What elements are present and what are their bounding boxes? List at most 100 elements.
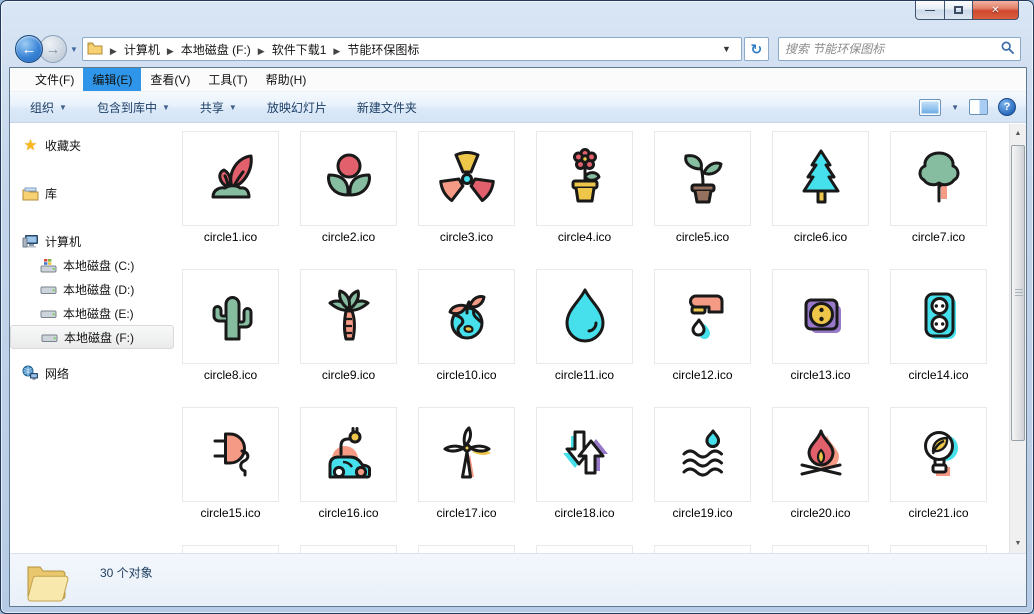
search-icon[interactable] [1001, 41, 1014, 57]
file-item[interactable]: circle7.ico [890, 131, 987, 244]
file-item[interactable]: circle19.ico [654, 407, 751, 520]
file-item[interactable]: circle21.ico [890, 407, 987, 520]
file-item[interactable]: circle22.ico [182, 545, 279, 553]
file-item[interactable]: circle16.ico [300, 407, 397, 520]
file-item[interactable]: circle5.ico [654, 131, 751, 244]
vertical-scrollbar[interactable]: ▲ ▼ [1009, 124, 1026, 553]
file-thumbnail[interactable] [300, 131, 397, 226]
file-item[interactable]: circle15.ico [182, 407, 279, 520]
toolbar-button[interactable]: 共享▼ [200, 99, 237, 116]
file-thumbnail[interactable] [418, 545, 515, 553]
sidebar-item[interactable]: 本地磁盘 (D:) [10, 277, 178, 301]
breadcrumb-item[interactable]: 本地磁盘 (F:) [181, 43, 251, 57]
sidebar-item[interactable]: 本地磁盘 (F:) [10, 325, 174, 349]
file-thumbnail[interactable] [300, 545, 397, 553]
search-input[interactable] [785, 42, 1001, 56]
file-thumbnail[interactable] [182, 269, 279, 364]
file-thumbnail[interactable] [772, 545, 869, 553]
file-thumbnail[interactable] [418, 407, 515, 502]
sidebar-item[interactable]: 网络 [10, 361, 178, 385]
preview-pane-icon[interactable] [969, 99, 988, 115]
file-thumbnail[interactable] [772, 269, 869, 364]
file-item[interactable]: circle11.ico [536, 269, 633, 382]
file-name: circle8.ico [182, 368, 279, 382]
file-item[interactable]: circle28.ico [890, 545, 987, 553]
refresh-button[interactable]: ↻ [744, 37, 769, 61]
file-item[interactable]: circle9.ico [300, 269, 397, 382]
file-thumbnail[interactable] [772, 407, 869, 502]
file-thumbnail[interactable] [654, 545, 751, 553]
scroll-down-button[interactable]: ▼ [1010, 535, 1026, 552]
file-item[interactable]: circle13.ico [772, 269, 869, 382]
toolbar-button[interactable]: 放映幻灯片 [267, 99, 327, 116]
file-item[interactable]: circle26.ico [654, 545, 751, 553]
file-item[interactable]: circle3.ico [418, 131, 515, 244]
toolbar-button[interactable]: 包含到库中▼ [97, 99, 170, 116]
address-bar[interactable]: ▶计算机▶本地磁盘 (F:)▶软件下载1▶节能环保图标 ▼ [82, 37, 742, 61]
file-thumbnail[interactable] [300, 269, 397, 364]
file-item[interactable]: circle2.ico [300, 131, 397, 244]
breadcrumb-item[interactable]: 计算机 [124, 43, 160, 57]
file-item[interactable]: circle1.ico [182, 131, 279, 244]
file-thumbnail[interactable] [654, 269, 751, 364]
file-item[interactable]: circle12.ico [654, 269, 751, 382]
file-item[interactable]: circle17.ico [418, 407, 515, 520]
campfire-icon [789, 421, 853, 488]
file-thumbnail[interactable] [890, 545, 987, 553]
breadcrumb-item[interactable]: 节能环保图标 [347, 43, 419, 57]
menu-item[interactable]: 工具(T) [199, 68, 256, 91]
file-thumbnail[interactable] [536, 407, 633, 502]
toolbar-button[interactable]: 新建文件夹 [357, 99, 417, 116]
file-item[interactable]: circle14.ico [890, 269, 987, 382]
views-dropdown-caret[interactable]: ▼ [951, 103, 959, 112]
forward-button[interactable]: → [39, 35, 67, 63]
back-button[interactable]: ← [15, 35, 43, 63]
file-thumbnail[interactable] [536, 269, 633, 364]
file-item[interactable]: circle18.ico [536, 407, 633, 520]
file-thumbnail[interactable] [772, 131, 869, 226]
file-thumbnail[interactable] [890, 269, 987, 364]
file-thumbnail[interactable] [890, 407, 987, 502]
sidebar-item[interactable]: 本地磁盘 (C:) [10, 253, 178, 277]
scroll-up-button[interactable]: ▲ [1010, 125, 1026, 142]
toolbar-button[interactable]: 组织▼ [30, 99, 67, 116]
file-item[interactable]: circle6.ico [772, 131, 869, 244]
file-thumbnail[interactable] [182, 407, 279, 502]
file-item[interactable]: circle4.ico [536, 131, 633, 244]
file-item[interactable]: circle23.ico [300, 545, 397, 553]
file-item[interactable]: circle25.ico [536, 545, 633, 553]
file-thumbnail[interactable] [300, 407, 397, 502]
file-thumbnail[interactable] [654, 131, 751, 226]
history-dropdown-caret[interactable]: ▼ [70, 45, 78, 54]
file-item[interactable]: circle27.ico [772, 545, 869, 553]
file-item[interactable]: circle24.ico [418, 545, 515, 553]
menu-item[interactable]: 查看(V) [141, 68, 199, 91]
waves-drop-icon [671, 421, 735, 488]
file-item[interactable]: circle8.ico [182, 269, 279, 382]
menu-item[interactable]: 文件(F) [26, 68, 83, 91]
file-thumbnail[interactable] [890, 131, 987, 226]
sidebar-item[interactable]: 计算机 [10, 229, 178, 253]
address-dropdown-caret[interactable]: ▼ [716, 44, 737, 54]
file-thumbnail[interactable] [654, 407, 751, 502]
file-thumbnail[interactable] [418, 131, 515, 226]
maximize-button[interactable] [945, 1, 973, 20]
minimize-button[interactable]: — [915, 1, 945, 20]
scrollbar-thumb[interactable] [1011, 145, 1025, 441]
file-item[interactable]: circle10.ico [418, 269, 515, 382]
help-icon[interactable]: ? [998, 98, 1016, 116]
file-thumbnail[interactable] [182, 131, 279, 226]
menu-item[interactable]: 帮助(H) [257, 68, 316, 91]
sidebar-item[interactable]: 本地磁盘 (E:) [10, 301, 178, 325]
file-thumbnail[interactable] [536, 131, 633, 226]
file-thumbnail[interactable] [182, 545, 279, 553]
close-button[interactable]: ✕ [973, 1, 1019, 20]
menu-item[interactable]: 编辑(E) [83, 68, 141, 91]
file-thumbnail[interactable] [418, 269, 515, 364]
file-item[interactable]: circle20.ico [772, 407, 869, 520]
sidebar-item[interactable]: 库 [10, 181, 178, 205]
sidebar-item[interactable]: ★收藏夹 [10, 133, 178, 157]
views-icon[interactable] [919, 99, 941, 116]
breadcrumb-item[interactable]: 软件下载1 [272, 43, 327, 57]
file-thumbnail[interactable] [536, 545, 633, 553]
